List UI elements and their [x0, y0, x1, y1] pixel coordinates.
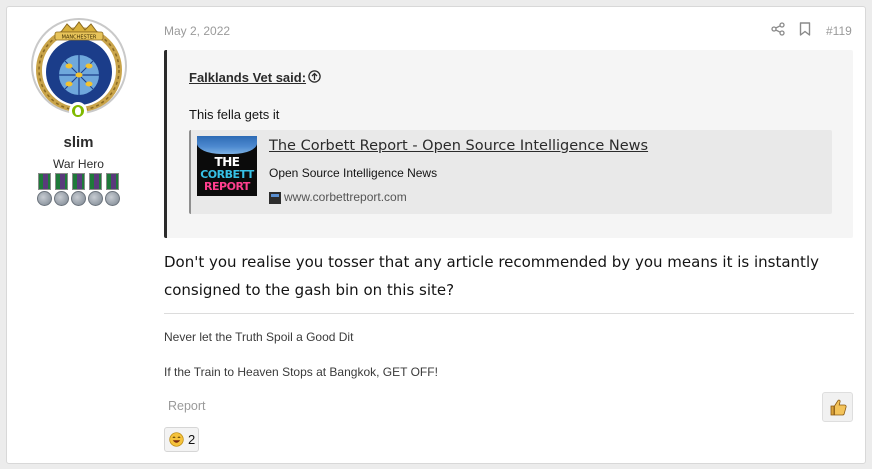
earth-horizon-graphic [197, 136, 257, 154]
online-status-icon [69, 102, 87, 120]
ship-crest-icon: MANCHESTER [36, 21, 122, 112]
link-preview-thumbnail[interactable]: THE CORBETT REPORT [197, 136, 257, 196]
report-link[interactable]: Report [168, 399, 206, 413]
arrow-up-circle-icon[interactable] [308, 70, 321, 83]
share-icon[interactable] [771, 22, 785, 36]
quote-author-link[interactable]: Falklands Vet said: [189, 70, 306, 85]
signature-line: If the Train to Heaven Stops at Bangkok,… [164, 365, 438, 379]
link-preview-title[interactable]: The Corbett Report - Open Source Intelli… [269, 138, 648, 154]
link-preview-description: Open Source Intelligence News [269, 166, 438, 180]
medal-icon [53, 173, 70, 209]
reactions-bar[interactable]: 2 [164, 427, 200, 452]
user-title: War Hero [53, 157, 104, 171]
bookmark-icon[interactable] [799, 22, 811, 36]
post-number-link[interactable]: #119 [826, 24, 852, 38]
link-preview-domain: www.corbettreport.com [284, 190, 407, 204]
laughing-face-icon [169, 432, 184, 447]
avatar[interactable]: MANCHESTER [31, 18, 127, 114]
favicon-icon [269, 192, 281, 204]
medal-icon [87, 173, 104, 209]
quote-block: Falklands Vet said: This fella gets it T… [164, 50, 853, 238]
quote-text: This fella gets it [189, 107, 280, 122]
signature-line: Never let the Truth Spoil a Good Dit [164, 330, 354, 344]
link-preview-card[interactable]: THE CORBETT REPORT The Corbett Report - … [189, 130, 832, 214]
username-link[interactable]: slim [7, 134, 150, 151]
medal-icon [70, 173, 87, 209]
thumbnail-text-line: THE [214, 155, 240, 169]
thumbs-up-icon [830, 399, 847, 416]
post-message: Don't you realise you tosser that any ar… [164, 253, 819, 299]
reaction-count[interactable]: 2 [188, 432, 195, 447]
avatar-banner-text: MANCHESTER [62, 35, 97, 41]
signature-divider [164, 313, 854, 314]
medal-icon [104, 173, 121, 209]
thumbnail-text-line: REPORT [204, 180, 250, 193]
user-info-column: MANCHESTER slim War Hero [7, 7, 150, 463]
forum-post: MANCHESTER slim War Hero May 2, 2022 #11… [6, 6, 866, 464]
medal-icon [36, 173, 53, 209]
post-date-link[interactable]: May 2, 2022 [164, 24, 230, 38]
like-button[interactable] [822, 392, 853, 422]
medal-ribbon-bar [36, 173, 121, 209]
